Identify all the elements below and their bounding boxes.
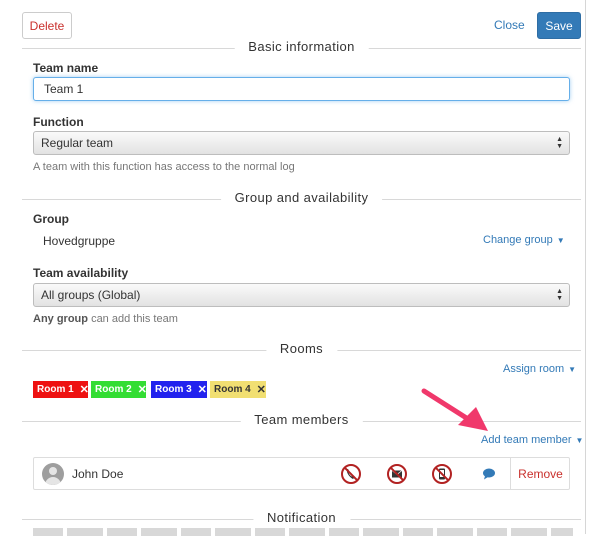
- remove-member-button[interactable]: Remove: [510, 458, 570, 489]
- section-notification: Notification: [22, 510, 581, 528]
- no-phone-icon[interactable]: [340, 463, 362, 485]
- room-tag-label: Room 2: [95, 384, 132, 395]
- close-button[interactable]: Close: [494, 18, 525, 32]
- room-tag-label: Room 4: [214, 384, 251, 395]
- team-availability-value: All groups (Global): [41, 288, 141, 302]
- annotation-arrow-icon: [421, 388, 488, 431]
- avatar: [42, 463, 64, 485]
- team-name-label: Team name: [33, 61, 99, 75]
- add-team-member-label: Add team member: [481, 434, 572, 446]
- assign-room-label: Assign room: [503, 363, 565, 375]
- function-help-text: A team with this function has access to …: [33, 161, 295, 173]
- section-title: Group and availability: [220, 190, 383, 205]
- remove-room-icon[interactable]: ✕: [257, 383, 266, 396]
- room-tag: Room 1 ✕: [33, 381, 89, 398]
- remove-room-icon[interactable]: ✕: [198, 383, 207, 396]
- section-group-availability: Group and availability: [22, 190, 581, 208]
- member-name: John Doe: [72, 467, 124, 481]
- function-select-value: Regular team: [41, 136, 114, 150]
- room-tag: Room 2 ✕: [91, 381, 147, 398]
- caret-down-icon: ▼: [575, 436, 584, 445]
- team-availability-select[interactable]: All groups (Global) ▲ ▼: [33, 283, 570, 307]
- remove-room-icon[interactable]: ✕: [138, 383, 147, 396]
- room-tag: Room 3 ✕: [151, 381, 207, 398]
- team-availability-label: Team availability: [33, 266, 129, 280]
- section-title: Rooms: [265, 341, 338, 356]
- section-title: Basic information: [234, 39, 369, 54]
- caret-down-icon: ▼: [556, 236, 565, 245]
- group-value: Hovedgruppe: [43, 234, 116, 248]
- room-tag-label: Room 1: [37, 384, 74, 395]
- section-title: Notification: [252, 510, 351, 525]
- room-tag-label: Room 3: [155, 384, 192, 395]
- save-button[interactable]: Save: [537, 12, 581, 39]
- section-basic-information: Basic information: [22, 39, 581, 57]
- add-team-member-button[interactable]: Add team member ▼: [481, 434, 583, 446]
- section-title: Team members: [240, 412, 363, 427]
- chat-icon[interactable]: [482, 468, 496, 480]
- no-mobile-icon[interactable]: [431, 463, 453, 485]
- availability-help-text: Any group can add this team: [33, 313, 178, 325]
- select-arrows-icon: ▲ ▼: [556, 136, 563, 150]
- function-label: Function: [33, 115, 84, 129]
- team-edit-panel: Delete Close Save Basic information Team…: [0, 0, 586, 536]
- select-arrows-icon: ▲ ▼: [556, 288, 563, 302]
- room-tag: Room 4 ✕: [210, 381, 266, 398]
- change-group-button[interactable]: Change group ▼: [483, 234, 565, 246]
- team-member-row: John Doe Remove: [33, 457, 570, 490]
- change-group-label: Change group: [483, 234, 553, 246]
- function-select[interactable]: Regular team ▲ ▼: [33, 131, 570, 155]
- no-mail-icon[interactable]: [386, 463, 408, 485]
- caret-down-icon: ▼: [568, 365, 577, 374]
- cropped-text: [33, 528, 573, 536]
- delete-button[interactable]: Delete: [22, 12, 72, 39]
- assign-room-button[interactable]: Assign room ▼: [503, 363, 576, 375]
- remove-room-icon[interactable]: ✕: [80, 383, 89, 396]
- any-group-bold: Any group: [33, 313, 88, 325]
- section-rooms: Rooms: [22, 341, 581, 359]
- team-name-input[interactable]: [33, 77, 570, 101]
- group-label: Group: [33, 212, 69, 226]
- any-group-rest: can add this team: [91, 313, 178, 325]
